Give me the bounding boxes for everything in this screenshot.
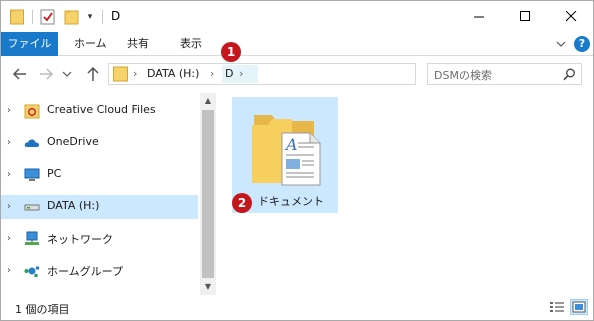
help-button[interactable]: ? — [574, 36, 590, 52]
nav-pane-scrollbar[interactable]: ▲ ▼ — [200, 93, 216, 295]
navigation-bar: › DATA (H:) › D › DSMの検索 — [1, 57, 593, 93]
details-view-icon[interactable] — [548, 299, 566, 315]
network-icon — [25, 231, 39, 245]
folder-document-icon: A — [252, 115, 321, 186]
search-placeholder: DSMの検索 — [434, 69, 492, 82]
nav-label: PC — [47, 167, 62, 180]
toolbar-separator — [102, 10, 103, 24]
forward-arrow-icon[interactable] — [37, 65, 55, 83]
expand-chevron-icon[interactable]: › — [7, 232, 15, 246]
maximize-button[interactable] — [502, 1, 548, 32]
title-bar: ▾ D — [1, 1, 593, 32]
nav-item-pc[interactable]: › PC — [1, 163, 198, 187]
window-title: D — [111, 9, 121, 23]
tab-home[interactable]: ホーム — [74, 32, 107, 56]
breadcrumb-d-folder[interactable]: D — [225, 67, 233, 80]
properties-icon[interactable] — [39, 8, 57, 26]
annotation-badge-2: 2 — [232, 193, 252, 213]
expand-chevron-icon[interactable]: › — [7, 264, 15, 278]
scroll-down-icon[interactable]: ▼ — [200, 279, 216, 295]
recent-locations-chevron-icon[interactable] — [61, 65, 73, 83]
ribbon-tabs: ファイル ホーム 共有 表示 ? — [1, 32, 593, 56]
large-icons-view-button[interactable] — [570, 299, 588, 315]
item-count: 1 個の項目 — [15, 303, 70, 316]
tab-view[interactable]: 表示 — [180, 32, 202, 56]
expand-chevron-icon[interactable]: › — [7, 168, 15, 182]
nav-item-data-drive[interactable]: › DATA (H:) — [1, 195, 198, 219]
up-arrow-icon[interactable] — [84, 65, 102, 83]
annotation-badge-1: 1 — [221, 42, 241, 62]
nav-label: DATA (H:) — [47, 199, 100, 212]
nav-label: OneDrive — [47, 135, 99, 148]
homegroup-icon — [24, 266, 40, 278]
new-folder-icon[interactable] — [63, 8, 81, 26]
breadcrumb-separator-icon: › — [239, 67, 244, 80]
tab-share[interactable]: 共有 — [127, 32, 149, 56]
nav-label: ネットワーク — [47, 233, 113, 246]
breadcrumb-separator-icon: › — [133, 67, 138, 80]
expand-chevron-icon[interactable]: › — [7, 136, 15, 150]
back-arrow-icon[interactable] — [11, 65, 29, 83]
scroll-thumb[interactable] — [202, 110, 214, 278]
expand-chevron-icon[interactable]: › — [7, 104, 15, 118]
tab-file[interactable]: ファイル — [1, 32, 58, 56]
address-bar[interactable]: › DATA (H:) › D › — [108, 63, 518, 85]
close-icon — [565, 11, 576, 22]
breadcrumb-data-drive[interactable]: DATA (H:) — [147, 67, 199, 80]
svg-text:A: A — [284, 135, 298, 154]
expand-ribbon-chevron-icon[interactable] — [554, 37, 568, 51]
creative-cloud-icon — [24, 104, 40, 119]
close-button[interactable] — [548, 1, 593, 32]
onedrive-cloud-icon — [24, 139, 39, 147]
navigation-pane: › Creative Cloud Files › OneDrive › PC › — [1, 93, 200, 295]
nav-label: ホームグループ — [47, 265, 124, 278]
maximize-icon — [519, 11, 530, 21]
drive-icon — [24, 204, 40, 211]
large-icons-view-icon — [572, 301, 586, 313]
nav-item-onedrive[interactable]: › OneDrive — [1, 131, 198, 155]
breadcrumb-separator-icon: › — [210, 67, 215, 80]
expand-chevron-icon[interactable]: › — [7, 200, 15, 214]
file-list: A ドキュメント — [217, 93, 593, 295]
search-icon — [563, 68, 575, 81]
nav-label: Creative Cloud Files — [47, 103, 156, 116]
customize-toolbar-dropdown[interactable]: ▾ — [85, 9, 95, 23]
nav-item-network[interactable]: › ネットワーク — [1, 227, 198, 251]
minimize-button[interactable] — [456, 1, 502, 32]
explorer-window: ▾ D ファイル ホーム 共有 表示 ? › DATA (H:) › D › D… — [0, 0, 594, 321]
search-input[interactable]: DSMの検索 — [427, 63, 582, 85]
toolbar-separator — [32, 10, 33, 24]
nav-item-homegroup[interactable]: › ホームグループ — [1, 259, 198, 283]
nav-item-creative-cloud-files[interactable]: › Creative Cloud Files — [1, 99, 198, 123]
scroll-up-icon[interactable]: ▲ — [200, 93, 216, 109]
folder-icon — [113, 66, 128, 82]
folder-icon — [10, 9, 24, 25]
minimize-icon — [473, 16, 484, 18]
status-bar: 1 個の項目 — [1, 295, 593, 320]
pc-monitor-icon — [24, 168, 40, 181]
